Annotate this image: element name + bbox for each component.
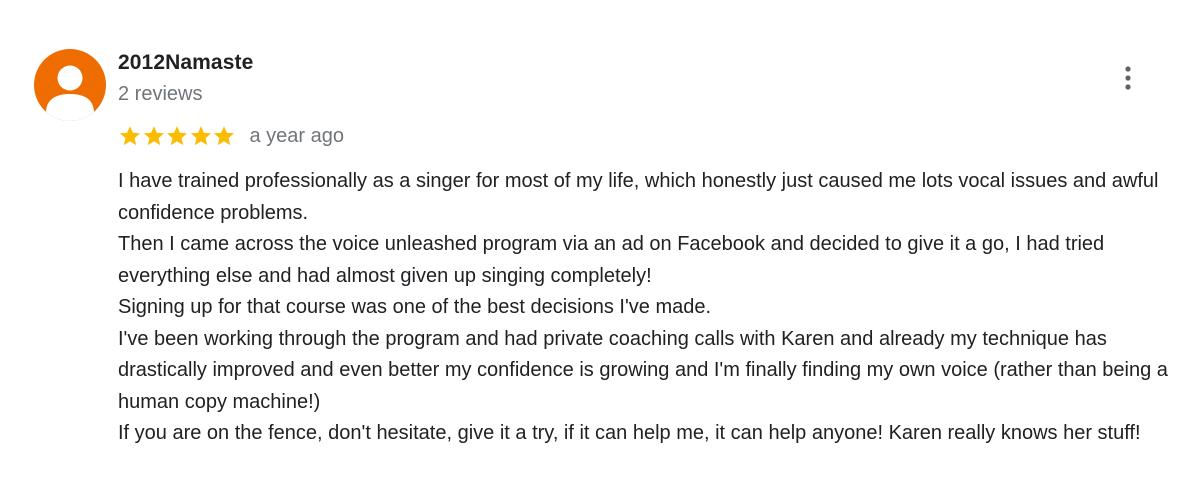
review-paragraph: Then I came across the voice unleashed p…	[118, 233, 1105, 287]
star-rating	[118, 124, 236, 148]
review-paragraph: I've been working through the program an…	[118, 327, 1168, 413]
star-icon	[143, 126, 164, 146]
author-name[interactable]: 2012Namaste	[118, 51, 253, 75]
person-silhouette-icon	[46, 65, 94, 121]
review-text: I have trained professionally as a singe…	[118, 166, 1178, 450]
star-icon	[167, 126, 187, 146]
more-vert-icon	[1125, 66, 1131, 90]
more-options-button[interactable]	[1112, 62, 1144, 94]
review-paragraph: I have trained professionally as a singe…	[118, 170, 1159, 224]
author-review-count: 2 reviews	[118, 83, 203, 105]
review-paragraph: If you are on the fence, don't hesitate,…	[118, 422, 1141, 444]
star-icon	[190, 126, 211, 146]
review-card: 2012Namaste 2 reviews a year ago I have …	[0, 0, 1200, 497]
review-paragraph: Signing up for that course was one of th…	[118, 296, 712, 318]
avatar[interactable]	[34, 49, 106, 121]
star-icon	[214, 126, 234, 146]
star-icon	[120, 126, 140, 146]
rating-row: a year ago	[118, 121, 344, 151]
review-date: a year ago	[249, 124, 345, 147]
